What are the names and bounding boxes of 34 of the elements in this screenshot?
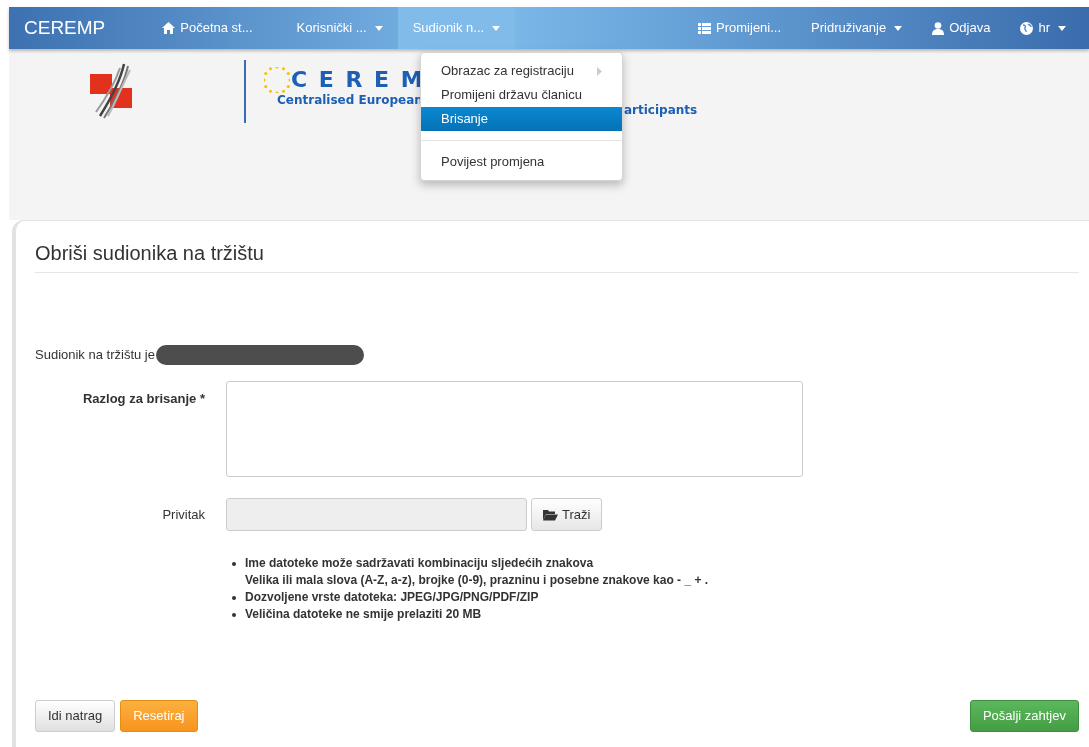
- participant-label: Sudionik na tržištu je: [35, 346, 155, 365]
- field-label: Razlog za brisanje *: [81, 390, 205, 408]
- field-label: Privitak: [161, 505, 205, 524]
- home-icon: [162, 22, 176, 34]
- folder-icon: [543, 508, 558, 521]
- back-button[interactable]: Idi natrag: [35, 700, 116, 732]
- bullet-icon: [232, 613, 236, 617]
- browse-button[interactable]: Traži: [531, 498, 603, 531]
- nav-item[interactable]: Korisnički ...: [281, 7, 398, 49]
- hint-text: Veličina datoteke ne smije prelaziti 20 MB: [245, 606, 482, 623]
- brand-link[interactable]: CEREMP: [9, 7, 121, 49]
- page-title: Obriši sudionika na tržištu: [35, 240, 1079, 273]
- globe-icon: [1020, 21, 1034, 35]
- bullet-icon: [232, 596, 236, 600]
- submit-button[interactable]: Pošalji zahtjev: [969, 700, 1079, 732]
- nav-item[interactable]: hr: [1005, 7, 1081, 49]
- menu-item[interactable]: Povijest promjena: [421, 150, 622, 174]
- menu-item[interactable]: Promijeni državu članicu: [421, 83, 622, 107]
- hint-text: Ime datoteke može sadržavati kombinaciju sljedećih znakova: [245, 555, 595, 572]
- nav-item[interactable]: Početna st...: [147, 7, 268, 49]
- hint-text: Dozvoljene vrste datoteka: JPEG/JPG/PNG/PDF/ZIP: [245, 589, 539, 606]
- nav-item[interactable]: Odjava: [917, 7, 1006, 49]
- logo-subtitle: Centralised European: [277, 93, 424, 107]
- bullet-icon: [232, 562, 236, 566]
- menu-item[interactable]: Obrazac za registraciju: [421, 59, 622, 83]
- user-icon: [932, 21, 945, 35]
- reason-field[interactable]: [226, 381, 803, 477]
- logo-subtitle: articipants: [624, 103, 698, 117]
- nav-item[interactable]: Promijeni...: [683, 7, 797, 49]
- hint-text: Velika ili mala slova (A-Z, a-z), brojke (0-9), prazninu i posebne znakove kao - _ + .: [245, 572, 709, 589]
- list-icon: [698, 22, 712, 34]
- nav-item[interactable]: Pridruživanje: [796, 7, 918, 49]
- star-ring-icon: [264, 67, 290, 93]
- menu-item[interactable]: Brisanje: [421, 107, 622, 131]
